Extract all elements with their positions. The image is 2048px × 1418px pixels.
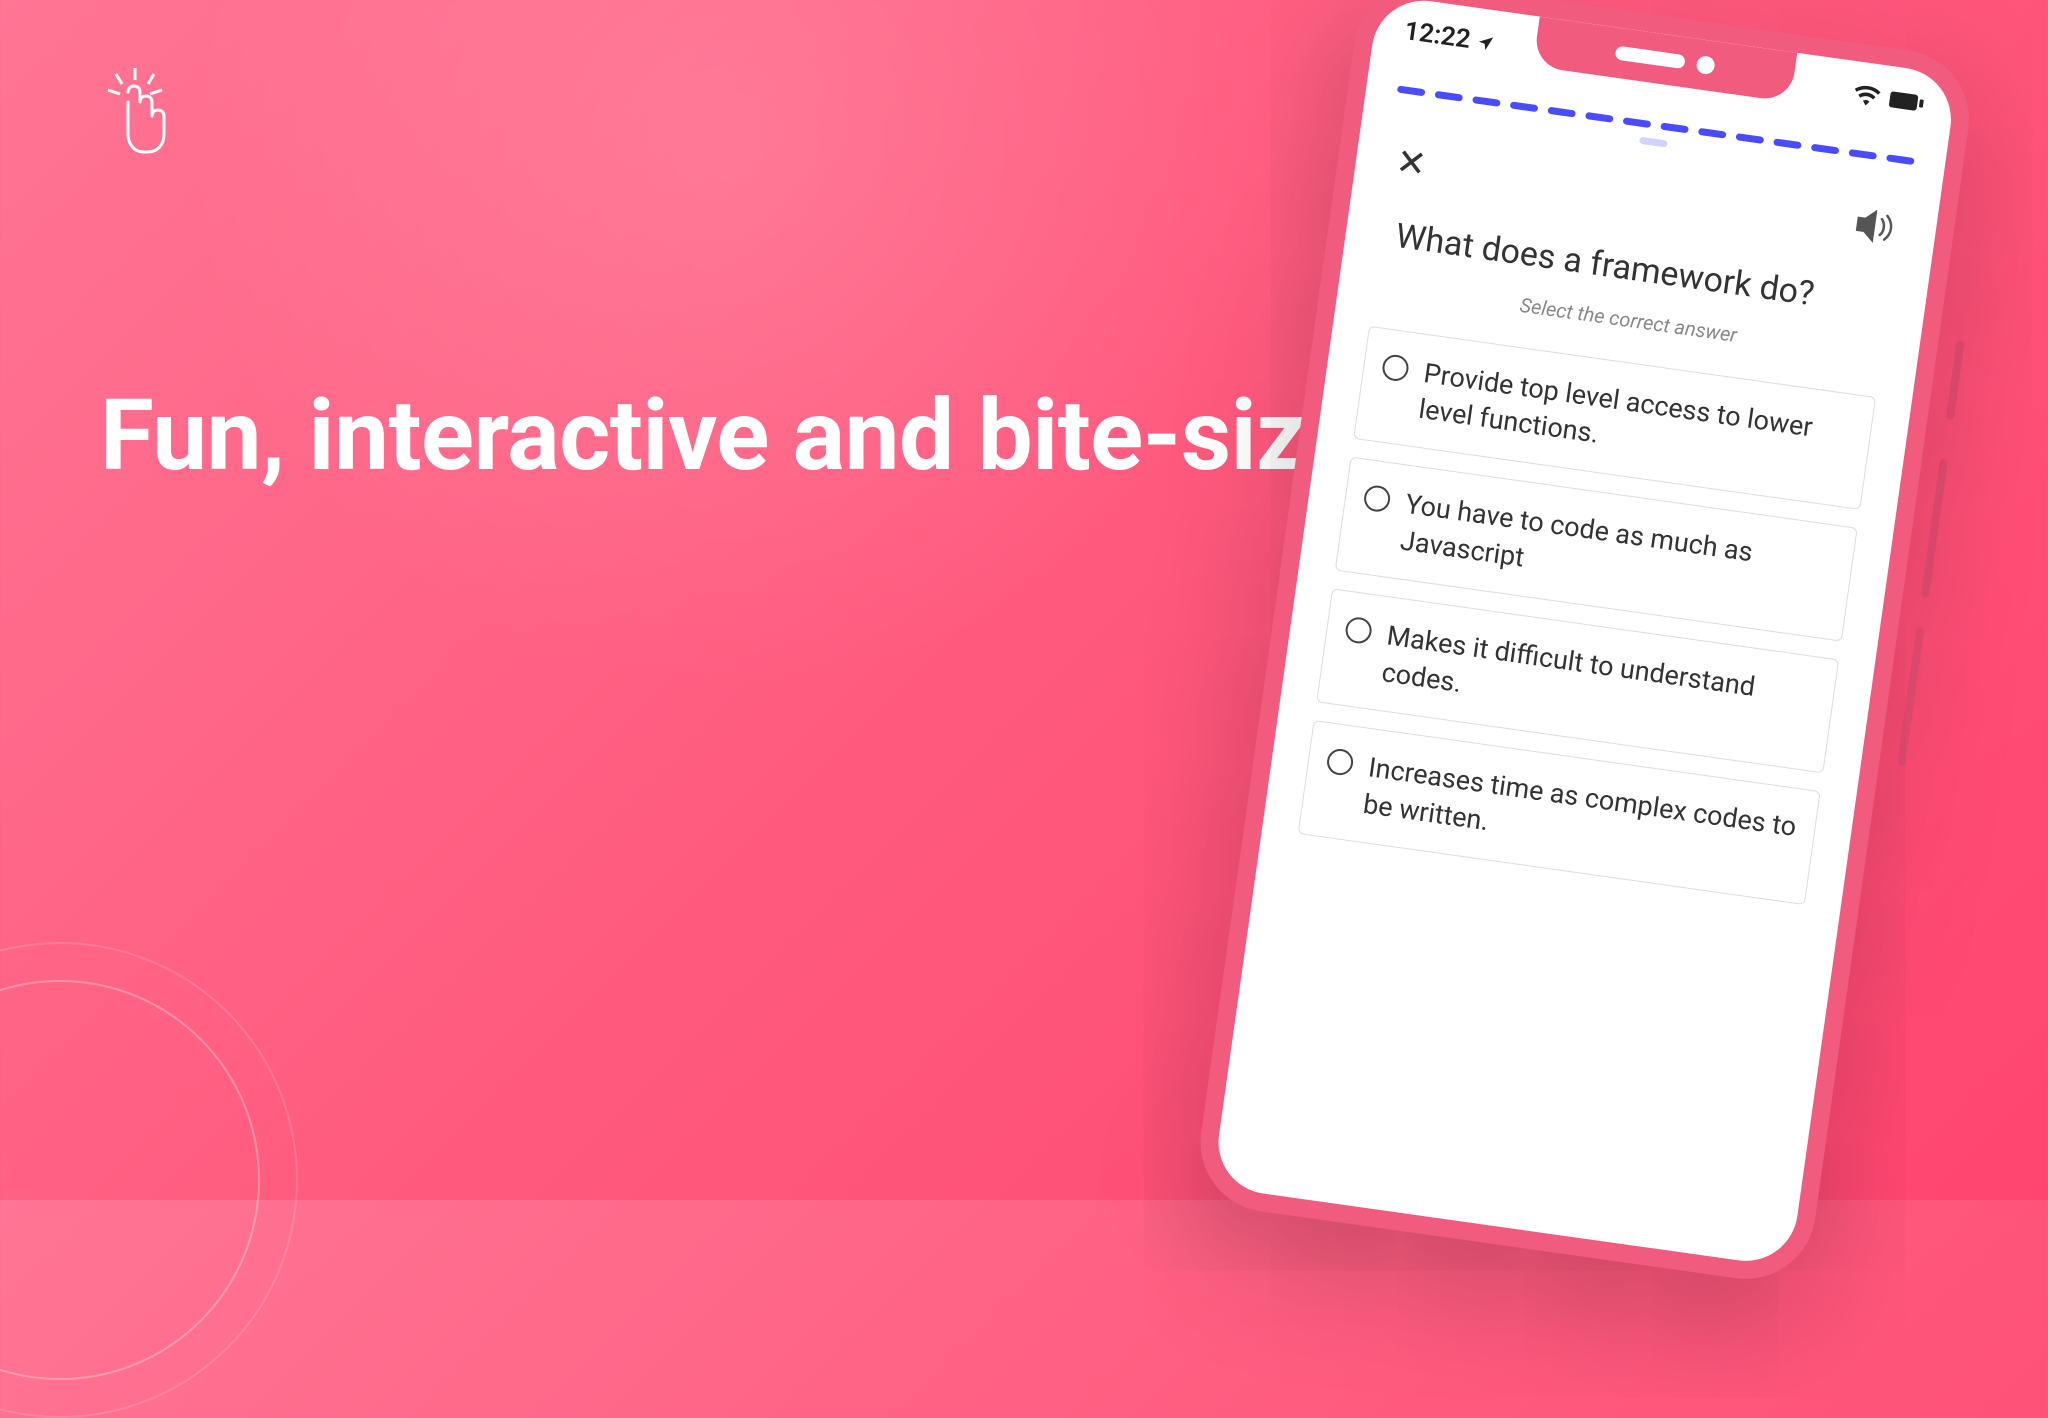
wifi-icon — [1853, 84, 1882, 107]
radio-icon — [1325, 748, 1354, 777]
radio-icon — [1344, 616, 1373, 645]
decorative-rings — [0, 980, 260, 1380]
phone-mockup: 12:22 ✕ What does a f — [1191, 0, 1978, 1288]
phone-button — [1897, 627, 1924, 767]
radio-icon — [1381, 353, 1410, 382]
option-label: You have to code as much as Javascript — [1398, 486, 1836, 618]
phone-button — [1921, 459, 1948, 599]
phone-button — [1946, 340, 1965, 420]
close-icon[interactable]: ✕ — [1393, 140, 1429, 186]
tap-icon — [100, 68, 170, 162]
decorative-glow — [180, 0, 1280, 700]
option-label: Increases time as complex codes to be wr… — [1361, 749, 1799, 881]
battery-icon — [1888, 90, 1924, 113]
option-label: Makes it difficult to understand codes. — [1379, 618, 1817, 750]
sound-icon[interactable] — [1851, 207, 1898, 250]
radio-icon — [1362, 484, 1391, 513]
